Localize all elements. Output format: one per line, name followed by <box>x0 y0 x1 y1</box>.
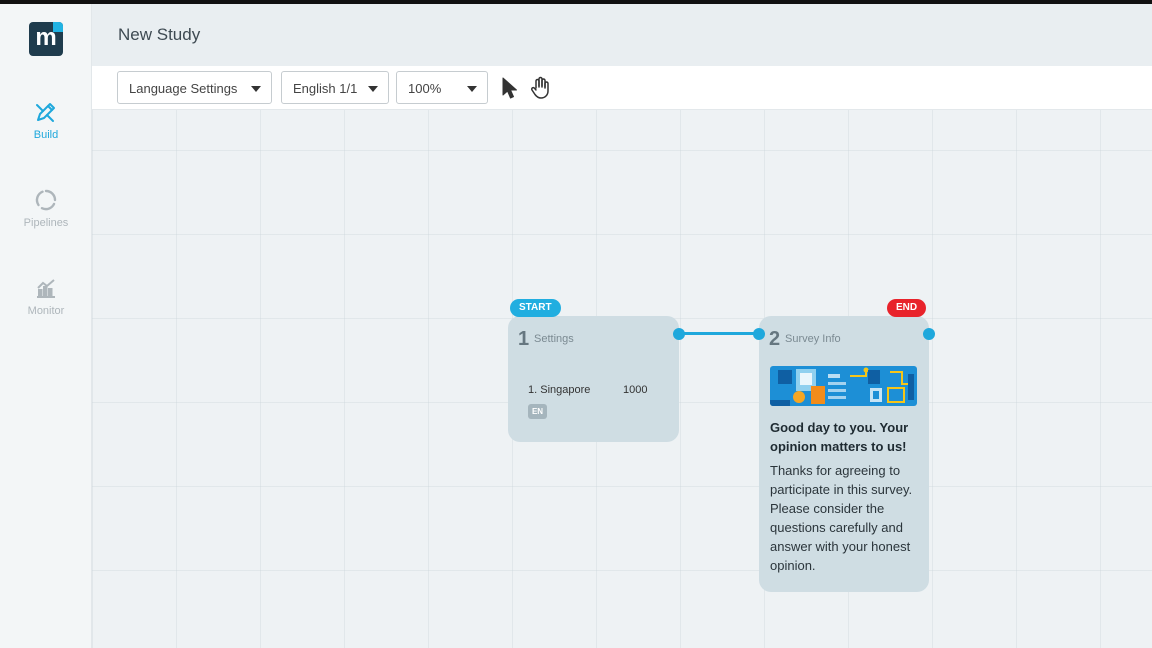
dropdown-label: Language Settings <box>129 81 238 96</box>
node-title: Survey Info <box>785 333 841 345</box>
dropdown-label: 100% <box>408 81 442 96</box>
node-number: 2 <box>769 328 781 350</box>
pointer-icon[interactable] <box>499 76 521 100</box>
node2-output-port[interactable] <box>923 328 935 340</box>
node-number: 1 <box>518 328 530 350</box>
node-title: Settings <box>534 333 574 345</box>
ring-icon <box>35 189 57 211</box>
sidebar-item-pipelines[interactable]: Pipelines <box>0 188 92 229</box>
language-settings-dropdown[interactable]: Language Settings <box>117 71 272 104</box>
sidebar-item-label: Build <box>33 129 59 141</box>
language-dropdown[interactable]: English 1/1 <box>281 71 389 104</box>
market-quota: 1000 <box>623 384 648 396</box>
caret-down-icon <box>251 86 261 92</box>
caret-down-icon <box>368 86 378 92</box>
chart-icon <box>37 279 55 298</box>
sidebar-item-label: Monitor <box>27 305 65 317</box>
survey-info-node[interactable]: 2 Survey Info Good day to you. Your opin… <box>759 316 929 592</box>
pencil-icon <box>36 103 55 122</box>
node1-output-port[interactable] <box>673 328 685 340</box>
language-chip: EN <box>528 404 547 419</box>
logo-letter: m <box>35 24 57 51</box>
sidebar-item-build[interactable]: Build <box>0 100 92 141</box>
dropdown-label: English 1/1 <box>293 81 358 96</box>
page-title: New Study <box>118 25 201 44</box>
node-connector[interactable] <box>679 332 759 335</box>
end-badge: END <box>887 299 927 317</box>
toolbar: Language Settings English 1/1 100% <box>92 66 1152 110</box>
node2-input-port[interactable] <box>753 328 765 340</box>
settings-node[interactable]: 1 Settings 1. Singapore 1000 EN <box>508 316 679 442</box>
zoom-dropdown[interactable]: 100% <box>396 71 488 104</box>
survey-body-text: Thanks for agreeing to participate in th… <box>770 463 913 573</box>
caret-down-icon <box>467 86 477 92</box>
sidebar-item-monitor[interactable]: Monitor <box>0 276 92 317</box>
sidebar-item-label: Pipelines <box>23 217 69 229</box>
sidebar: m Build Pipelines Monitor <box>0 4 92 648</box>
survey-banner-image <box>770 366 917 406</box>
start-badge: START <box>510 299 561 317</box>
app-logo[interactable]: m <box>29 22 63 56</box>
survey-heading: Good day to you. Your opinion matters to… <box>770 420 909 454</box>
market-label: 1. Singapore <box>528 384 591 396</box>
hand-icon[interactable] <box>529 76 551 100</box>
header: New Study <box>92 4 1152 66</box>
